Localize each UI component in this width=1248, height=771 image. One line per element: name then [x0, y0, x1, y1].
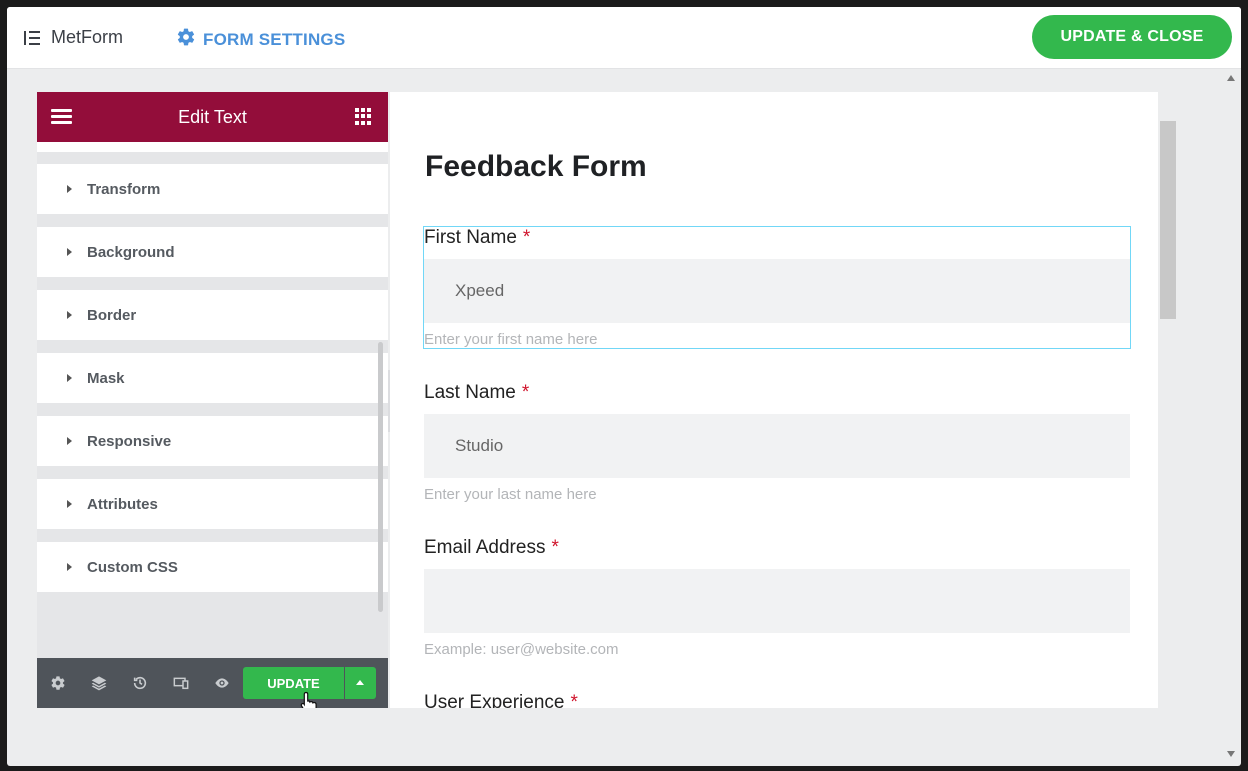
field-first-name[interactable]: First Name* Enter your first name here	[423, 226, 1131, 349]
field-user-experience: User Experience *	[424, 692, 1130, 708]
field-label-text: Email Address	[424, 537, 546, 558]
elementor-logo-icon	[23, 29, 41, 47]
form-title: Feedback Form	[425, 150, 647, 183]
panel-footer: UPDATE	[37, 658, 388, 708]
form-preview: Feedback Form First Name* Enter your fir…	[390, 92, 1158, 708]
section-responsive[interactable]: Responsive	[37, 416, 388, 466]
modal-scroll-down-arrow[interactable]	[1227, 751, 1235, 757]
form-settings-link[interactable]: FORM SETTINGS	[176, 27, 345, 52]
caret-right-icon	[67, 437, 72, 445]
hamburger-menu-icon[interactable]	[51, 109, 72, 125]
caret-right-icon	[67, 500, 72, 508]
section-transform[interactable]: Transform	[37, 164, 388, 214]
update-button[interactable]: UPDATE	[243, 667, 344, 699]
field-label: Last Name *	[424, 382, 1130, 414]
last-name-input[interactable]	[424, 414, 1130, 478]
section-label: Mask	[87, 369, 125, 387]
field-label-text: Last Name	[424, 382, 516, 403]
layers-icon[interactable]	[91, 675, 107, 691]
section-label: Custom CSS	[87, 558, 178, 576]
section-custom-css[interactable]: Custom CSS	[37, 542, 388, 592]
update-options-button[interactable]	[345, 667, 376, 699]
section-label: Attributes	[87, 495, 158, 513]
field-label: Email Address *	[424, 537, 1130, 569]
brand: MetForm	[23, 27, 123, 48]
widgets-grid-icon[interactable]	[355, 108, 372, 125]
first-name-input[interactable]	[424, 259, 1130, 323]
field-last-name: Last Name* Enter your last name here	[424, 382, 1130, 503]
required-mark: *	[521, 382, 530, 403]
field-help-text: Example: user@website.com	[424, 641, 619, 658]
update-and-close-button[interactable]: UPDATE & CLOSE	[1032, 15, 1232, 59]
caret-right-icon	[67, 374, 72, 382]
required-mark: *	[522, 227, 531, 248]
field-label: User Experience *	[424, 692, 1130, 708]
caret-right-icon	[67, 248, 72, 256]
section-label: Border	[87, 306, 137, 324]
preview-scrollbar[interactable]	[1160, 121, 1176, 319]
field-label: First Name *	[424, 227, 1130, 259]
field-help-text: Enter your first name here	[424, 331, 598, 348]
section-label: Background	[87, 243, 175, 261]
field-label-text: First Name	[424, 227, 517, 248]
panel-header: Edit Text	[37, 92, 388, 142]
required-mark: *	[551, 537, 559, 558]
field-label-text: User Experience	[424, 692, 565, 708]
caret-right-icon	[67, 563, 72, 571]
history-icon[interactable]	[132, 675, 148, 691]
preview-eye-icon[interactable]	[214, 675, 230, 691]
caret-up-icon	[356, 680, 364, 685]
email-input[interactable]	[424, 569, 1130, 633]
form-settings-label: FORM SETTINGS	[203, 29, 346, 49]
field-email: Email Address * Example: user@website.com	[424, 537, 1130, 658]
top-bar: MetForm FORM SETTINGS UPDATE & CLOSE	[7, 7, 1241, 69]
section-label: Responsive	[87, 432, 172, 450]
required-mark: *	[570, 692, 578, 708]
hand-cursor-icon	[300, 691, 320, 708]
panel-scrollbar[interactable]	[378, 342, 383, 612]
panel-title: Edit Text	[178, 106, 247, 127]
brand-name: MetForm	[51, 27, 123, 47]
editor-panel: Edit Text Transform Background Border Ma…	[37, 92, 388, 708]
section-mask[interactable]: Mask	[37, 353, 388, 403]
caret-right-icon	[67, 311, 72, 319]
field-help-text: Enter your last name here	[424, 486, 597, 503]
settings-icon[interactable]	[50, 675, 66, 691]
advanced-sections-list: Transform Background Border Mask Respons…	[37, 142, 388, 592]
caret-right-icon	[67, 185, 72, 193]
section-attributes[interactable]: Attributes	[37, 479, 388, 529]
modal-scroll-up-arrow[interactable]	[1227, 75, 1235, 81]
section-background[interactable]: Background	[37, 227, 388, 277]
gear-icon	[176, 27, 196, 52]
section-label: Transform	[87, 180, 161, 198]
responsive-icon[interactable]	[173, 675, 189, 691]
section-border[interactable]: Border	[37, 290, 388, 340]
